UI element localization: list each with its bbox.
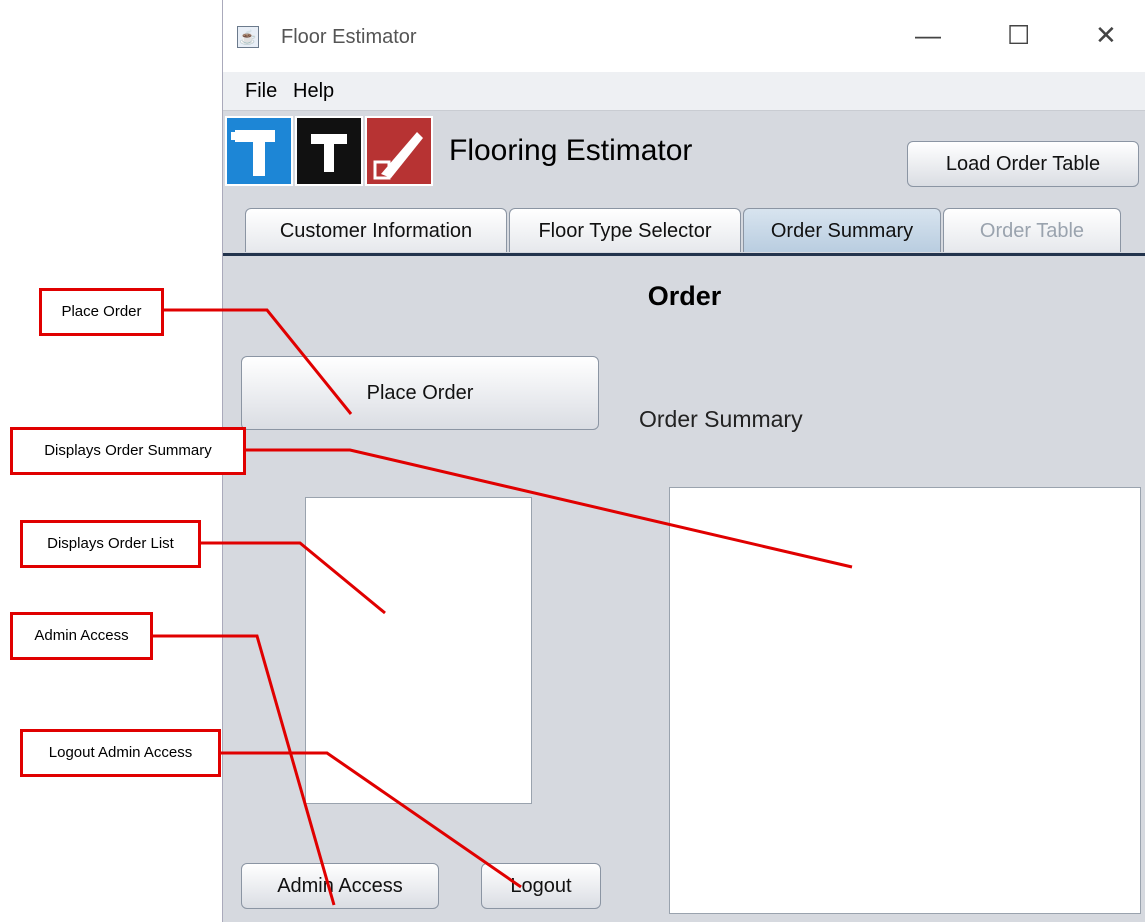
app-window: ☕ Floor Estimator — ☐ ✕ File Help Floori… xyxy=(222,0,1145,922)
place-order-button[interactable]: Place Order xyxy=(241,356,599,430)
order-summary-label: Order Summary xyxy=(639,406,803,432)
app-header-title: Flooring Estimator xyxy=(449,134,693,167)
load-order-table-button[interactable]: Load Order Table xyxy=(907,141,1139,187)
admin-access-button[interactable]: Admin Access xyxy=(241,863,439,909)
tab-order-summary[interactable]: Order Summary xyxy=(743,208,941,252)
hammer-logo-icon xyxy=(225,116,293,186)
order-list-panel[interactable] xyxy=(305,497,532,804)
menu-file[interactable]: File xyxy=(245,80,277,103)
tab-floor-type-selector[interactable]: Floor Type Selector xyxy=(509,208,741,252)
logout-button[interactable]: Logout xyxy=(481,863,601,909)
window-title: Floor Estimator xyxy=(281,26,417,48)
tool-logo-icon xyxy=(295,116,363,186)
maximize-icon[interactable]: ☐ xyxy=(1007,20,1030,51)
section-title: Order xyxy=(647,281,722,311)
callout-displays-order-summary: Displays Order Summary xyxy=(10,427,246,475)
minimize-icon[interactable]: — xyxy=(915,20,941,51)
saw-logo-icon xyxy=(365,116,433,186)
java-app-icon: ☕ xyxy=(237,26,259,48)
close-icon[interactable]: ✕ xyxy=(1095,20,1117,51)
order-summary-panel[interactable] xyxy=(669,487,1141,914)
title-bar: ☕ Floor Estimator — ☐ ✕ xyxy=(223,0,1145,72)
callout-place-order: Place Order xyxy=(39,288,164,336)
tab-divider xyxy=(223,253,1145,256)
callout-admin-access: Admin Access xyxy=(10,612,153,660)
callout-displays-order-list: Displays Order List xyxy=(20,520,201,568)
menu-help[interactable]: Help xyxy=(293,80,334,103)
menu-bar: File Help xyxy=(223,72,1145,111)
callout-logout-admin-access: Logout Admin Access xyxy=(20,729,221,777)
tab-order-table: Order Table xyxy=(943,208,1121,252)
tab-customer-information[interactable]: Customer Information xyxy=(245,208,507,252)
